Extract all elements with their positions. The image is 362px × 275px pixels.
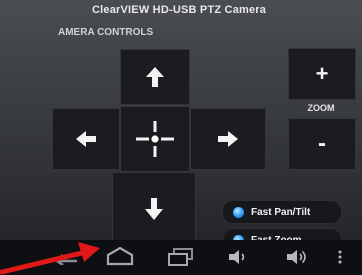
camera-control-screen: ClearVIEW HD-USB PTZ Camera AMERA CONTRO…: [0, 0, 362, 275]
annotation-arrow: [0, 242, 100, 275]
